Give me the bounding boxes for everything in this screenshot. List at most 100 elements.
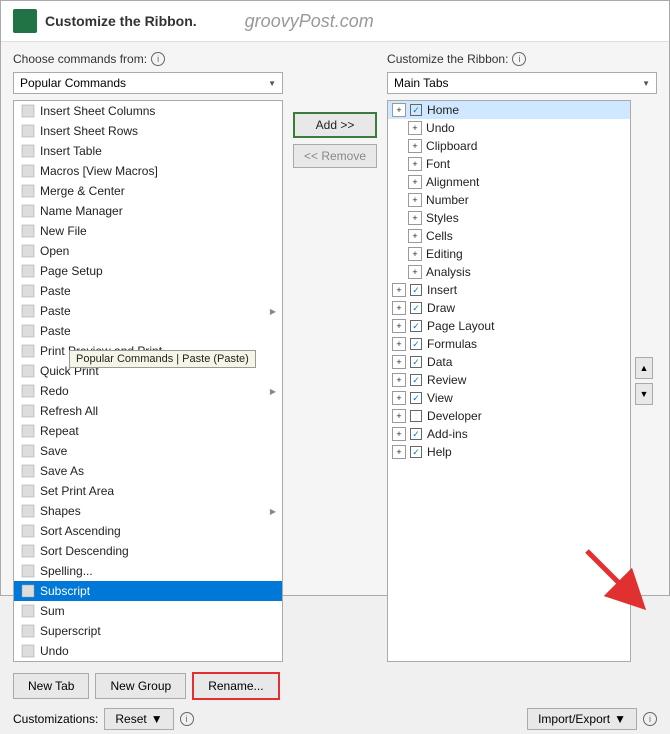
expand-btn[interactable]: + — [408, 139, 422, 153]
expand-btn[interactable]: + — [392, 283, 406, 297]
item-label: Spelling... — [40, 564, 93, 578]
expand-btn[interactable]: + — [408, 193, 422, 207]
import-export-info-icon[interactable]: i — [643, 712, 657, 726]
right-list-item[interactable]: +Editing — [388, 245, 630, 263]
list-item[interactable]: Insert Table — [14, 141, 282, 161]
right-list-item[interactable]: +✓Draw — [388, 299, 630, 317]
expand-btn[interactable]: + — [408, 175, 422, 189]
commands-list[interactable]: Insert Sheet ColumnsInsert Sheet RowsIns… — [14, 101, 282, 661]
list-item[interactable]: Page Setup — [14, 261, 282, 281]
list-item[interactable]: Shapes▶ — [14, 501, 282, 521]
right-list-item[interactable]: +Analysis — [388, 263, 630, 281]
ribbon-item-label: Developer — [427, 409, 482, 423]
right-list-item[interactable]: +✓View — [388, 389, 630, 407]
right-list-item[interactable]: +✓Help — [388, 443, 630, 461]
list-item[interactable]: Undo — [14, 641, 282, 661]
remove-button[interactable]: << Remove — [293, 144, 377, 168]
expand-btn[interactable]: + — [392, 103, 406, 117]
list-item[interactable]: Insert Sheet Columns — [14, 101, 282, 121]
rename-button[interactable]: Rename... — [192, 672, 279, 700]
list-item[interactable]: Save — [14, 441, 282, 461]
list-item[interactable]: Redo▶ — [14, 381, 282, 401]
expand-btn[interactable]: + — [392, 445, 406, 459]
expand-btn[interactable]: + — [408, 211, 422, 225]
list-item[interactable]: Insert Sheet Rows — [14, 121, 282, 141]
move-down-button[interactable]: ▼ — [635, 383, 653, 405]
ribbon-item-checkbox[interactable]: ✓ — [410, 284, 422, 296]
expand-btn[interactable]: + — [392, 409, 406, 423]
right-list-item[interactable]: +Alignment — [388, 173, 630, 191]
right-list-item[interactable]: +Number — [388, 191, 630, 209]
new-tab-button[interactable]: New Tab — [13, 673, 89, 699]
list-item[interactable]: Sort Ascending — [14, 521, 282, 541]
reset-button[interactable]: Reset ▼ — [104, 708, 173, 730]
right-list-item[interactable]: + Developer — [388, 407, 630, 425]
move-up-button[interactable]: ▲ — [635, 357, 653, 379]
list-item[interactable]: Open — [14, 241, 282, 261]
expand-btn[interactable]: + — [392, 391, 406, 405]
list-item[interactable]: Refresh All — [14, 401, 282, 421]
right-list-item[interactable]: +Undo — [388, 119, 630, 137]
right-list-item[interactable]: +✓Insert — [388, 281, 630, 299]
expand-btn[interactable]: + — [408, 247, 422, 261]
item-label: Page Setup — [40, 264, 103, 278]
list-item[interactable]: Paste — [14, 321, 282, 341]
commands-dropdown-arrow: ▼ — [268, 79, 276, 88]
right-list-item[interactable]: +Styles — [388, 209, 630, 227]
right-list-item[interactable]: +✓Data — [388, 353, 630, 371]
expand-btn[interactable]: + — [408, 265, 422, 279]
left-info-icon[interactable]: i — [151, 52, 165, 66]
right-list-item[interactable]: +✓Formulas — [388, 335, 630, 353]
expand-btn[interactable]: + — [408, 229, 422, 243]
right-list-item[interactable]: +✓Review — [388, 371, 630, 389]
right-list-item[interactable]: +✓Page Layout — [388, 317, 630, 335]
list-item[interactable]: Sort Descending — [14, 541, 282, 561]
list-item[interactable]: Save As — [14, 461, 282, 481]
ribbon-item-checkbox[interactable]: ✓ — [410, 104, 422, 116]
list-item[interactable]: Subscript — [14, 581, 282, 601]
ribbon-item-checkbox[interactable]: ✓ — [410, 356, 422, 368]
ribbon-item-checkbox[interactable]: ✓ — [410, 320, 422, 332]
ribbon-dropdown[interactable]: Main Tabs ▼ — [387, 72, 657, 94]
list-item[interactable]: Spelling... — [14, 561, 282, 581]
list-item[interactable]: Merge & Center — [14, 181, 282, 201]
commands-dropdown[interactable]: Popular Commands ▼ — [13, 72, 283, 94]
list-item[interactable]: Paste▶ — [14, 301, 282, 321]
right-list-item[interactable]: +✓Home — [388, 101, 630, 119]
expand-btn[interactable]: + — [392, 355, 406, 369]
right-list-item[interactable]: +Cells — [388, 227, 630, 245]
ribbon-item-checkbox[interactable]: ✓ — [410, 428, 422, 440]
list-item[interactable]: Sum — [14, 601, 282, 621]
list-item[interactable]: Superscript — [14, 621, 282, 641]
import-export-button[interactable]: Import/Export ▼ — [527, 708, 637, 730]
ribbon-item-checkbox[interactable] — [410, 410, 422, 422]
new-group-button[interactable]: New Group — [95, 673, 186, 699]
right-list-item[interactable]: +✓Add-ins — [388, 425, 630, 443]
ribbon-item-checkbox[interactable]: ✓ — [410, 302, 422, 314]
list-item[interactable]: Paste — [14, 281, 282, 301]
app-icon — [13, 9, 37, 33]
item-label: Redo — [40, 384, 69, 398]
right-info-icon[interactable]: i — [512, 52, 526, 66]
expand-btn[interactable]: + — [392, 373, 406, 387]
ribbon-item-checkbox[interactable]: ✓ — [410, 446, 422, 458]
ribbon-list[interactable]: +✓Home+Undo+Clipboard+Font+Alignment+Num… — [388, 101, 630, 661]
expand-btn[interactable]: + — [392, 319, 406, 333]
list-item[interactable]: Name Manager — [14, 201, 282, 221]
ribbon-item-checkbox[interactable]: ✓ — [410, 374, 422, 386]
expand-btn[interactable]: + — [408, 157, 422, 171]
ribbon-item-checkbox[interactable]: ✓ — [410, 338, 422, 350]
add-button[interactable]: Add >> — [293, 112, 377, 138]
list-item[interactable]: Set Print Area — [14, 481, 282, 501]
customizations-info-icon[interactable]: i — [180, 712, 194, 726]
expand-btn[interactable]: + — [392, 427, 406, 441]
expand-btn[interactable]: + — [408, 121, 422, 135]
expand-btn[interactable]: + — [392, 337, 406, 351]
list-item[interactable]: New File — [14, 221, 282, 241]
right-list-item[interactable]: +Font — [388, 155, 630, 173]
list-item[interactable]: Repeat — [14, 421, 282, 441]
right-list-item[interactable]: +Clipboard — [388, 137, 630, 155]
expand-btn[interactable]: + — [392, 301, 406, 315]
ribbon-item-checkbox[interactable]: ✓ — [410, 392, 422, 404]
list-item[interactable]: Macros [View Macros] — [14, 161, 282, 181]
